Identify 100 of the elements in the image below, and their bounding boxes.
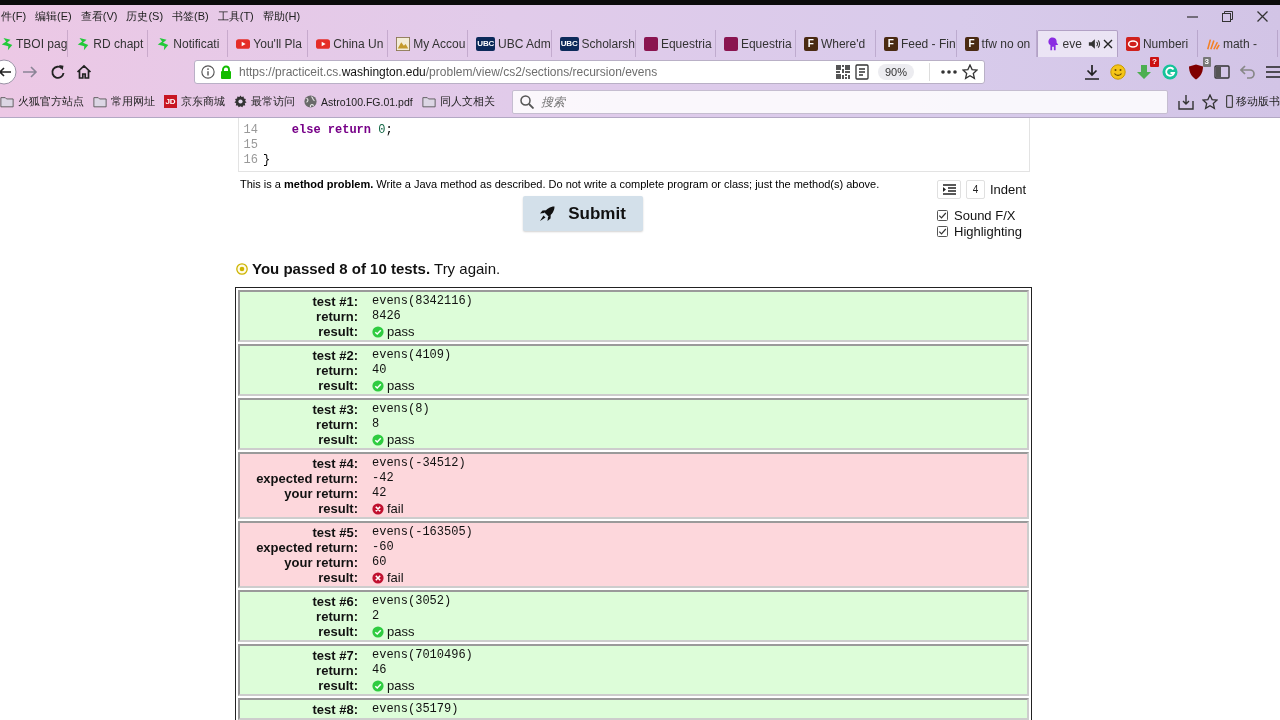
- site-logo: F: [883, 36, 898, 51]
- browser-tab[interactable]: F Where'd: [795, 30, 876, 57]
- browser-tab[interactable]: Equestria: [715, 30, 796, 57]
- checkbox[interactable]: [937, 226, 948, 237]
- summary-text: You passed 8 of 10 tests. Try again.: [252, 260, 501, 277]
- field-label: test #6:: [312, 594, 358, 609]
- home-icon[interactable]: [76, 63, 92, 80]
- field-value: evens(8342116): [372, 294, 473, 309]
- browser-tab[interactable]: You'll Pla: [228, 30, 309, 57]
- field-label: expected return:: [256, 540, 358, 555]
- result-text: pass: [387, 378, 415, 393]
- checkbox[interactable]: [937, 210, 948, 221]
- bolt-icon: [156, 36, 171, 51]
- browser-tab[interactable]: My Accou: [388, 30, 469, 57]
- field-value: evens(8): [372, 402, 430, 417]
- result-text: pass: [387, 624, 415, 639]
- rocket-icon: [539, 205, 556, 222]
- menu-icon[interactable]: [1266, 64, 1280, 79]
- star-icon[interactable]: [962, 63, 978, 80]
- indent-label: Indent: [990, 182, 1027, 197]
- browser-tab[interactable]: Numberi: [1117, 30, 1198, 57]
- sidebar-icon[interactable]: [1214, 64, 1230, 79]
- restore-icon[interactable]: [1222, 11, 1233, 22]
- result-text: pass: [387, 432, 415, 447]
- result-text: fail: [387, 501, 404, 516]
- field-label: return:: [316, 363, 358, 378]
- browser-tab[interactable]: F Feed - Fin: [875, 30, 957, 57]
- indent-field[interactable]: 4: [966, 180, 985, 199]
- code-line: }: [263, 153, 271, 168]
- reload-icon[interactable]: [50, 63, 66, 80]
- menu-item[interactable]: 件(F): [0, 9, 28, 24]
- star-icon[interactable]: [1202, 93, 1218, 110]
- inbox-icon[interactable]: [1178, 93, 1194, 110]
- close-icon[interactable]: [1257, 11, 1268, 22]
- menu-item[interactable]: 工具(T): [216, 9, 255, 24]
- bookmark-item[interactable]: 常用网址: [93, 94, 155, 109]
- bookmark-item[interactable]: 最常访问: [234, 94, 295, 109]
- site-logo: F: [803, 36, 818, 51]
- gear-icon: [234, 95, 247, 108]
- url-text[interactable]: https://practiceit.cs.washington.edu/problem/view/cs2/sections/recursion/evens: [239, 64, 658, 79]
- back-icon[interactable]: [0, 58, 18, 85]
- speaker-icon[interactable]: [1087, 38, 1100, 50]
- field-label: your return:: [284, 555, 358, 570]
- field-label: result:: [318, 624, 358, 639]
- field-label: test #5:: [312, 525, 358, 540]
- notification-badge: 3: [1202, 56, 1211, 67]
- x-circle-icon: [372, 502, 384, 515]
- close-icon[interactable]: [1102, 39, 1113, 49]
- bookmark-item[interactable]: JD 京东商城: [164, 94, 225, 109]
- field-value: evens(3052): [372, 594, 452, 609]
- browser-tab[interactable]: Equestria: [635, 30, 716, 57]
- menu-item[interactable]: 书签(B): [171, 9, 210, 24]
- field-label: result:: [318, 501, 358, 516]
- option-label[interactable]: Highlighting: [954, 224, 1022, 239]
- check-circle-icon: [372, 433, 384, 446]
- field-label: result:: [318, 378, 358, 393]
- address-bar[interactable]: https://practiceit.cs.washington.edu/problem/view/cs2/sections/recursion/evens 90%: [194, 59, 985, 84]
- field-label: return:: [316, 609, 358, 624]
- option-label[interactable]: Sound F/X: [954, 208, 1016, 223]
- qr-code-icon[interactable]: [835, 64, 850, 79]
- zoom-button[interactable]: 90%: [877, 63, 914, 80]
- browser-tab[interactable]: math -: [1197, 30, 1278, 57]
- browser-tab[interactable]: RD chapt: [68, 30, 149, 57]
- bookmark-item[interactable]: Astro100.FG.01.pdf: [304, 95, 413, 108]
- bookmark-item[interactable]: 同人文相关: [421, 94, 495, 109]
- browser-tab[interactable]: UBC UBC Adm: [468, 30, 552, 57]
- field-value: 60: [372, 555, 387, 570]
- info-icon[interactable]: [201, 64, 215, 79]
- search-field[interactable]: 搜索: [511, 89, 1168, 114]
- field-label: test #8:: [312, 702, 358, 717]
- result-text: pass: [387, 678, 415, 693]
- field-value: evens(35179): [372, 702, 459, 717]
- field-label: test #7:: [312, 648, 358, 663]
- menu-item[interactable]: 编辑(E): [34, 9, 73, 24]
- code-line: else return 0;: [290, 123, 393, 138]
- menu-item[interactable]: 历史(S): [125, 9, 165, 24]
- arrow-down-icon[interactable]: [1136, 63, 1152, 80]
- shield-icon[interactable]: [1188, 63, 1204, 80]
- menu-item[interactable]: 查看(V): [79, 9, 119, 24]
- lock-icon[interactable]: [220, 64, 232, 79]
- browser-tab[interactable]: F tfw no on: [956, 30, 1037, 57]
- browser-tab[interactable]: China Un: [308, 30, 389, 57]
- field-label: test #4:: [312, 456, 358, 471]
- code-editor[interactable]: 14 else return 0; 15 16 }: [238, 118, 1030, 172]
- browser-tab[interactable]: TBOI pag: [0, 30, 69, 57]
- field-label: expected return:: [256, 471, 358, 486]
- field-label: return:: [316, 417, 358, 432]
- indent-button[interactable]: [937, 180, 961, 199]
- indent-icon: [942, 184, 956, 195]
- smiley-icon[interactable]: [1110, 63, 1126, 80]
- browser-tab[interactable]: eve: [1036, 30, 1118, 57]
- bookmark-item[interactable]: 移动版书: [1226, 94, 1280, 109]
- reader-icon[interactable]: [854, 63, 869, 80]
- submit-button[interactable]: Submit: [522, 196, 643, 231]
- more-icon[interactable]: [941, 69, 957, 74]
- bookmark-item[interactable]: 火狐官方站点: [0, 94, 84, 109]
- download-icon[interactable]: [1084, 63, 1100, 80]
- menu-item[interactable]: 帮助(H): [261, 9, 302, 24]
- browser-tab[interactable]: UBC Scholarsh: [551, 30, 636, 57]
- browser-tab[interactable]: Notificati: [148, 30, 229, 57]
